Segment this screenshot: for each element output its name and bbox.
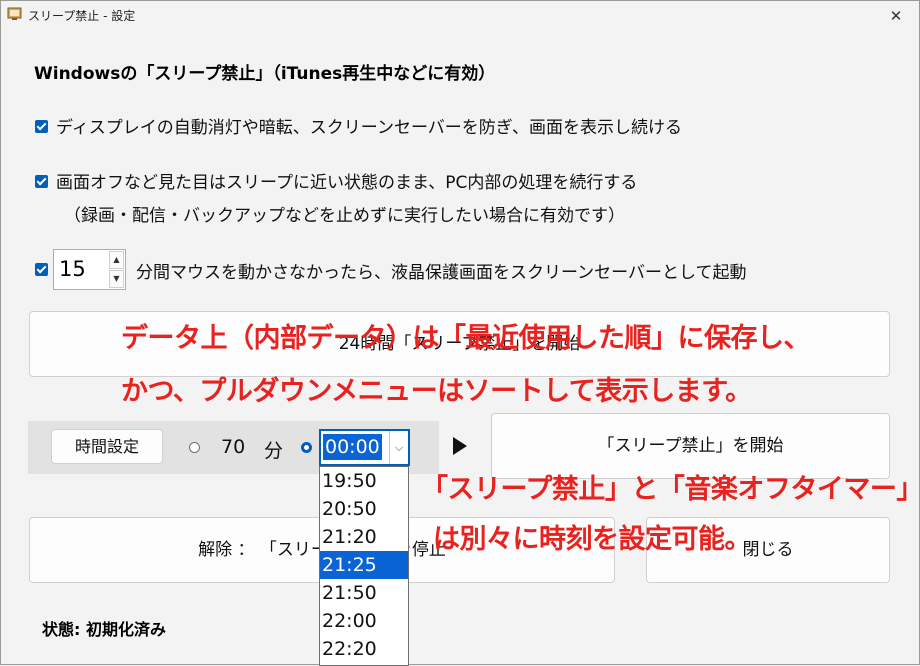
spin-up-icon[interactable]: ▲: [109, 251, 124, 269]
play-arrow-icon: [453, 437, 467, 455]
minutes-radio[interactable]: [189, 442, 200, 453]
dropdown-item[interactable]: 20:50: [320, 495, 408, 523]
close-icon[interactable]: ✕: [873, 1, 919, 31]
dropdown-item[interactable]: 22:00: [320, 607, 408, 635]
status-text: 状態: 初期化済み: [42, 620, 166, 639]
annotation-line-2: かつ、プルダウンメニューはソートして表示します。: [121, 376, 752, 407]
title-bar: スリープ禁止 - 設定 ✕: [1, 1, 919, 31]
time-dropdown-list: 19:50 20:50 21:20 21:25 21:50 22:00 22:2…: [319, 466, 409, 666]
away-mode-checkbox[interactable]: [35, 175, 48, 188]
window-title: スリープ禁止 - 設定: [28, 9, 136, 23]
annotation-line-1: データ上（内部データ）は「最近使用した順」に保存し、: [121, 323, 811, 354]
chevron-down-icon[interactable]: ⌵: [389, 431, 408, 464]
screensaver-checkbox[interactable]: [35, 263, 48, 276]
display-keep-on-label: ディスプレイの自動消灯や暗転、スクリーンセーバーを防ぎ、画面を表示し続ける: [56, 118, 682, 138]
display-keep-on-checkbox[interactable]: [35, 120, 48, 133]
app-icon: [7, 7, 22, 20]
dropdown-item-highlighted[interactable]: 21:25: [320, 551, 408, 579]
annotation-line-3: 「スリープ禁止」と「音楽オフタイマー」: [421, 474, 920, 505]
time-radio[interactable]: [301, 442, 312, 453]
time-combobox[interactable]: 00:00 ⌵: [319, 429, 410, 466]
settings-window: スリープ禁止 - 設定 ✕ Windowsの「スリープ禁止」（iTunes再生中…: [0, 0, 920, 666]
dropdown-item[interactable]: 21:50: [320, 579, 408, 607]
time-combobox-value: 00:00: [323, 434, 382, 460]
section-heading: Windowsの「スリープ禁止」（iTunes再生中などに有効）: [34, 64, 496, 84]
dropdown-item[interactable]: 21:20: [320, 523, 408, 551]
timer-minutes-value: 70: [221, 436, 246, 458]
spin-down-icon[interactable]: ▼: [109, 270, 124, 288]
time-setting-button[interactable]: 時間設定: [51, 429, 163, 464]
timer-minutes-unit: 分: [264, 440, 284, 462]
annotation-line-4: は別々に時刻を設定可能。: [433, 524, 752, 555]
dropdown-item[interactable]: 22:20: [320, 635, 408, 663]
screensaver-label: 分間マウスを動かさなかったら、液晶保護画面をスクリーンセーバーとして起動: [136, 263, 747, 283]
away-mode-note: （録画・配信・バックアップなどを止めずに実行したい場合に有効です）: [64, 206, 625, 226]
dropdown-item[interactable]: 19:50: [320, 467, 408, 495]
away-mode-label: 画面オフなど見た目はスリープに近い状態のまま、PC内部の処理を続行する: [56, 173, 638, 193]
minutes-value: 15: [59, 257, 86, 281]
minutes-stepper[interactable]: 15 ▲ ▼: [53, 249, 126, 290]
